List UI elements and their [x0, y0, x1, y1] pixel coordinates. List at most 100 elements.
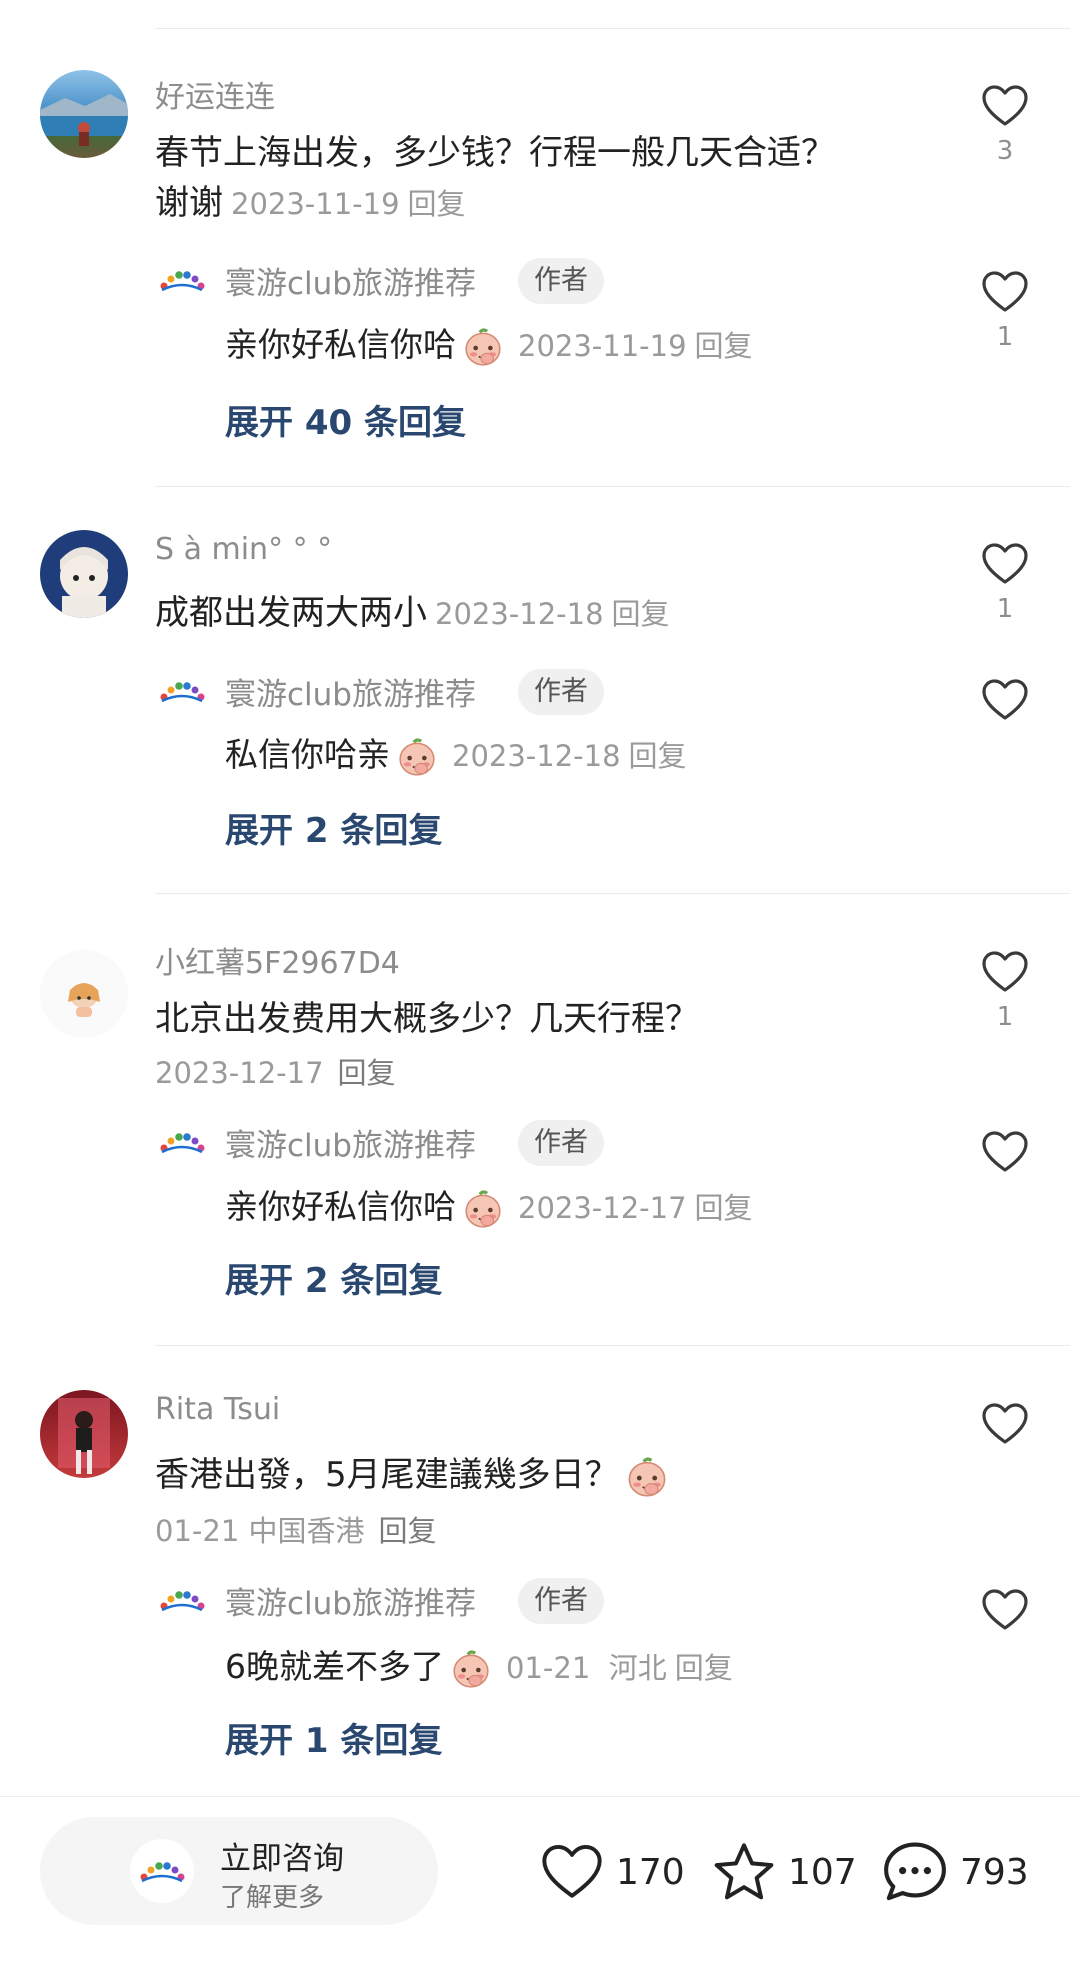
heart-icon [981, 1402, 1029, 1446]
consult-button[interactable]: 立即咨询 了解更多 [40, 1817, 438, 1925]
reply-date: 01-21 [506, 1651, 591, 1685]
author-badge: 作者 [518, 1120, 604, 1166]
comment-text[interactable]: 春节上海出发，多少钱？行程一般几天合适？谢谢 2023-11-19 回复 [155, 128, 855, 229]
collect-count: 107 [788, 1851, 857, 1893]
shy-face-emoji [462, 1188, 504, 1230]
avatar[interactable] [40, 950, 128, 1038]
author-badge: 作者 [518, 1578, 604, 1624]
heart-icon [542, 1844, 602, 1898]
reply-button[interactable]: 回复 [612, 597, 670, 631]
comment-location: 中国香港 [248, 1514, 365, 1548]
heart-icon [981, 270, 1029, 314]
like-count: 1 [996, 322, 1014, 352]
consult-title: 立即咨询 [220, 1841, 344, 1877]
bottom-action-bar: 立即咨询 了解更多 170 107 793 [0, 1796, 1080, 1977]
comment-username[interactable]: 小红薯5F2967D4 [155, 938, 400, 982]
reply-like-button[interactable] [978, 1130, 1032, 1174]
reply-button[interactable]: 回复 [338, 1056, 396, 1090]
heart-icon [981, 1130, 1029, 1174]
like-post-button[interactable]: 170 [540, 1837, 685, 1907]
reply-button[interactable]: 回复 [408, 187, 466, 221]
reply-body: 6晚就差不多了 [225, 1647, 444, 1686]
author-avatar[interactable] [158, 677, 206, 705]
comment-meta: 01-21 中国香港 回复 [155, 1508, 437, 1550]
reply-author-name[interactable]: 寰游club旅游推荐 [225, 258, 476, 303]
shy-face-emoji [462, 326, 504, 368]
heart-icon [981, 84, 1029, 128]
expand-replies-button[interactable]: 展开 2 条回复 [225, 1253, 442, 1302]
shy-face-emoji [625, 1455, 669, 1499]
author-badge: 作者 [518, 258, 604, 304]
like-count: 1 [996, 1002, 1014, 1032]
reply-text[interactable]: 6晚就差不多了 01-21 河北 回复 [225, 1640, 733, 1690]
shy-face-emoji [396, 736, 438, 778]
reply-author-name[interactable]: 寰游club旅游推荐 [225, 669, 476, 714]
reply-button[interactable]: 回复 [629, 739, 687, 773]
comment-username[interactable]: Rita Tsui [155, 1392, 280, 1427]
author-avatar[interactable] [158, 266, 206, 294]
comment-body: 成都出发两大两小 [155, 593, 427, 633]
like-button[interactable]: 1 [978, 542, 1032, 624]
author-avatar[interactable] [158, 1586, 206, 1614]
comment-text[interactable]: 香港出發，5月尾建議幾多日？ [155, 1450, 875, 1500]
like-count: 1 [996, 594, 1014, 624]
reply-body: 亲你好私信你哈 [225, 325, 456, 364]
like-count: 3 [996, 136, 1014, 166]
author-avatar[interactable] [158, 1128, 206, 1156]
like-count: 170 [616, 1851, 685, 1893]
comment-meta: 2023-12-17 回复 [155, 1050, 396, 1092]
expand-replies-button[interactable]: 展开 40 条回复 [225, 395, 466, 444]
comment-divider [155, 893, 1070, 894]
reply-like-button[interactable] [978, 678, 1032, 722]
reply-location: 河北 [608, 1651, 667, 1685]
comment-count: 793 [960, 1851, 1029, 1893]
comment-text[interactable]: 成都出发两大两小 2023-12-18 回复 [155, 588, 875, 639]
reply-like-button[interactable] [978, 1588, 1032, 1632]
comment-text[interactable]: 北京出发费用大概多少？几天行程？ [155, 994, 875, 1044]
comment-divider [155, 1345, 1070, 1346]
heart-icon [981, 1588, 1029, 1632]
avatar[interactable] [40, 1390, 128, 1478]
rainbow-logo [139, 1860, 186, 1883]
reply-body: 私信你哈亲 [225, 735, 390, 774]
reply-button[interactable]: 回复 [675, 1651, 733, 1685]
comment-body: 北京出发费用大概多少？几天行程？ [155, 999, 699, 1039]
star-icon [714, 1843, 774, 1900]
comment-date: 2023-12-18 [435, 597, 604, 631]
comment-divider [155, 486, 1070, 487]
reply-button[interactable]: 回复 [695, 1191, 753, 1225]
comment-date: 01-21 [155, 1514, 240, 1548]
comment-username[interactable]: 好运连连 [155, 72, 275, 116]
reply-author-name[interactable]: 寰游club旅游推荐 [225, 1120, 476, 1165]
reply-button[interactable]: 回复 [379, 1514, 437, 1548]
avatar[interactable] [40, 70, 128, 158]
consult-subtitle: 了解更多 [220, 1883, 325, 1913]
reply-text[interactable]: 亲你好私信你哈 2023-12-17 回复 [225, 1180, 753, 1230]
heart-icon [981, 542, 1029, 586]
reply-text[interactable]: 私信你哈亲 2023-12-18 回复 [225, 728, 687, 778]
reply-button[interactable]: 回复 [695, 329, 753, 363]
reply-date: 2023-12-18 [452, 739, 621, 773]
like-button[interactable]: 3 [978, 84, 1032, 166]
heart-icon [981, 950, 1029, 994]
comment-body: 香港出發，5月尾建議幾多日？ [155, 1455, 619, 1495]
like-button[interactable]: 1 [978, 950, 1032, 1032]
comment-username[interactable]: S à min° ° ° [155, 532, 332, 567]
heart-icon [981, 678, 1029, 722]
expand-replies-button[interactable]: 展开 1 条回复 [225, 1713, 442, 1762]
comment-date: 2023-12-17 [155, 1056, 324, 1090]
reply-like-button[interactable]: 1 [978, 270, 1032, 352]
reply-author-name[interactable]: 寰游club旅游推荐 [225, 1578, 476, 1623]
collect-button[interactable]: 107 [712, 1837, 857, 1907]
like-button[interactable] [978, 1402, 1032, 1446]
chat-bubble-icon [884, 1842, 946, 1901]
reply-date: 2023-12-17 [518, 1191, 687, 1225]
brand-logo [130, 1839, 194, 1903]
expand-replies-button[interactable]: 展开 2 条回复 [225, 803, 442, 852]
top-divider [155, 28, 1070, 29]
avatar[interactable] [40, 530, 128, 618]
author-badge: 作者 [518, 669, 604, 715]
reply-text[interactable]: 亲你好私信你哈 2023-11-19 回复 [225, 318, 753, 368]
comment-date: 2023-11-19 [231, 187, 400, 221]
comment-button[interactable]: 793 [882, 1837, 1029, 1907]
